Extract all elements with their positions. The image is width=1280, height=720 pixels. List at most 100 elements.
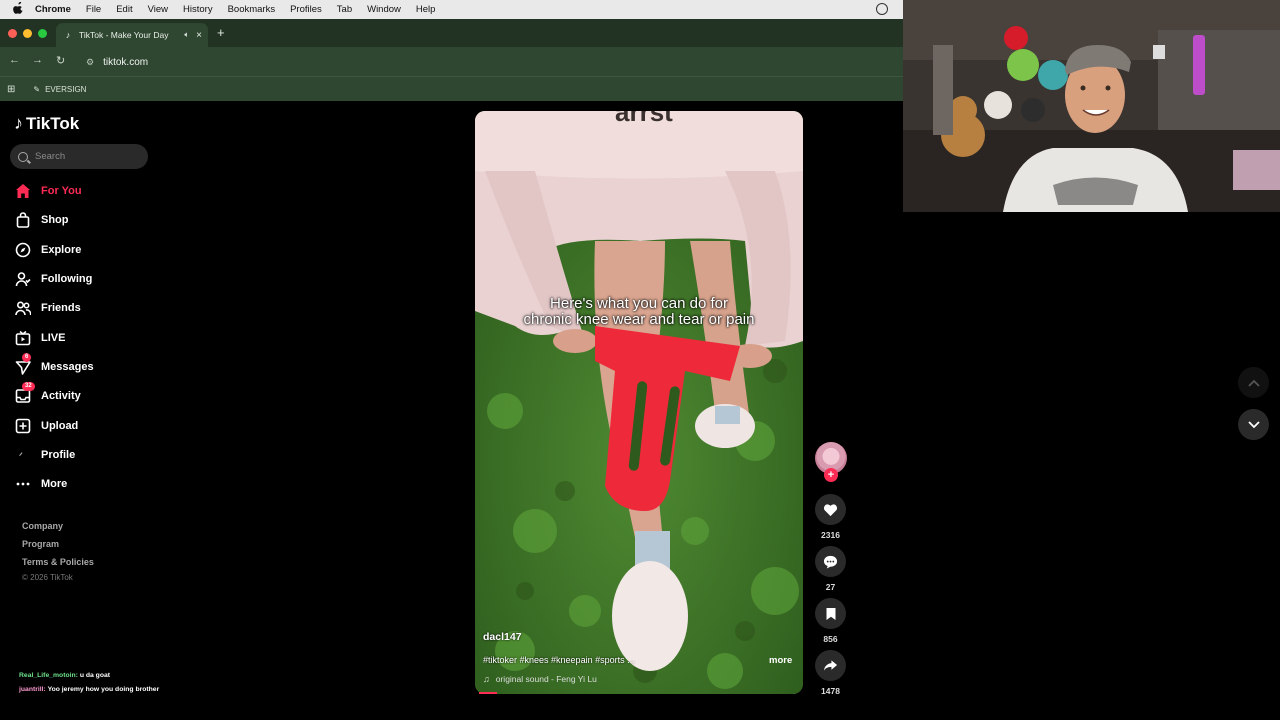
bookmark-icon — [826, 607, 835, 620]
browser-tab[interactable]: ♪ TikTok - Make Your Day 🔈︎ × — [56, 23, 208, 47]
tiktok-favicon-icon: ♪ — [65, 30, 71, 40]
search-icon — [18, 151, 28, 162]
new-tab-button[interactable]: + — [217, 25, 225, 40]
back-arrow-icon[interactable]: ← — [9, 54, 20, 66]
follow-plus-button[interactable]: + — [824, 468, 838, 482]
tiktok-note-icon: ♪ — [14, 113, 23, 133]
menu-window[interactable]: Window — [367, 4, 401, 15]
chevron-up-icon — [1247, 379, 1260, 387]
browser-chrome: ♪ TikTok - Make Your Day 🔈︎ × + ← → ↻ ⚙︎… — [0, 19, 903, 101]
comment-count: 27 — [825, 582, 836, 592]
like-count: 2316 — [821, 530, 840, 540]
video-sound[interactable]: ♫ original sound - Feng Yi Lu — [483, 674, 597, 684]
forward-arrow-icon[interactable]: → — [32, 54, 43, 66]
reload-icon[interactable]: ↻ — [56, 54, 65, 67]
previous-video-button[interactable] — [1238, 367, 1269, 398]
more-dots-icon — [14, 476, 31, 493]
share-arrow-icon — [823, 660, 838, 671]
save-button[interactable] — [815, 598, 846, 629]
nav-label: Messages — [41, 361, 94, 373]
footer-terms-link[interactable]: Terms & Policies — [22, 557, 94, 567]
nav-profile[interactable]: ᐟ Profile — [14, 445, 76, 465]
webcam-image — [903, 0, 1280, 212]
search-placeholder: Search — [35, 151, 66, 162]
close-window-button[interactable] — [8, 29, 17, 38]
nav-shop[interactable]: Shop — [14, 210, 69, 230]
next-video-button[interactable] — [1238, 409, 1269, 440]
nav-messages[interactable]: 6 Messages — [14, 352, 94, 377]
address-bar[interactable]: ⚙︎ tiktok.com — [80, 51, 895, 73]
nav-more[interactable]: More — [14, 474, 67, 494]
tab-title: TikTok - Make Your Day — [79, 30, 169, 40]
share-count: 1478 — [821, 686, 840, 696]
video-hashtags[interactable]: #tiktoker #knees #kneepain #sports ... — [483, 655, 723, 665]
nav-friends[interactable]: Friends — [14, 298, 81, 318]
video-author[interactable]: dacl147 — [483, 631, 522, 643]
nav-upload[interactable]: Upload — [14, 416, 78, 436]
nav-for-you[interactable]: For You — [14, 181, 82, 201]
comment-button[interactable] — [815, 546, 846, 577]
menu-tab[interactable]: Tab — [337, 4, 352, 15]
apps-grid-icon[interactable]: ⊞ — [7, 84, 15, 95]
activity-badge: 32 — [22, 381, 35, 391]
caption-line: Here's what you can do for — [550, 295, 728, 312]
bookmark-eversign[interactable]: EVERSIGN — [45, 85, 86, 94]
send-icon: 6 — [14, 352, 32, 376]
save-count: 856 — [823, 634, 838, 644]
chat-text: u da goat — [79, 672, 111, 679]
bookmarks-bar: ⊞ ✎ EVERSIGN — [0, 76, 903, 101]
more-button[interactable]: more — [769, 655, 792, 666]
chat-text: Yoo jeremy how you doing brother — [47, 686, 160, 693]
svg-text:arrst: arrst — [615, 111, 673, 127]
menu-view[interactable]: View — [148, 4, 168, 15]
video-player[interactable]: arrst Here's what you can do for chronic… — [475, 111, 803, 694]
friends-icon — [14, 300, 31, 317]
minimize-window-button[interactable] — [23, 29, 32, 38]
menu-edit[interactable]: Edit — [116, 4, 132, 15]
svg-text:ᐟ: ᐟ — [19, 451, 23, 461]
video-progress-bar[interactable] — [479, 692, 497, 694]
like-button[interactable] — [815, 494, 846, 525]
chat-message: Real_Life_motoin: u da goat — [19, 672, 110, 679]
tiktok-logo[interactable]: ♪ TikTok — [14, 113, 79, 134]
speaker-icon[interactable]: 🔈︎ — [184, 30, 189, 40]
chat-username: juantrill: — [19, 686, 46, 693]
close-tab-icon[interactable]: × — [196, 30, 202, 41]
menu-profiles[interactable]: Profiles — [290, 4, 322, 15]
menu-file[interactable]: File — [86, 4, 101, 15]
menu-bookmarks[interactable]: Bookmarks — [228, 4, 276, 15]
browser-toolbar: ← → ↻ ⚙︎ tiktok.com — [0, 47, 903, 76]
footer-company-link[interactable]: Company — [22, 521, 63, 531]
music-note-icon: ♫ — [483, 674, 490, 684]
sound-name: original sound - Feng Yi Lu — [495, 674, 597, 684]
plus-square-icon — [14, 418, 31, 435]
chat-message: juantrill: Yoo jeremy how you doing brot… — [19, 686, 159, 693]
search-input[interactable]: Search — [10, 144, 148, 169]
webcam-overlay — [903, 0, 1280, 212]
status-menu-icon[interactable] — [876, 3, 888, 15]
nav-label: Shop — [41, 214, 69, 226]
nav-label: Profile — [41, 449, 76, 461]
compass-icon — [14, 242, 31, 259]
nav-label: Following — [41, 273, 93, 285]
nav-label: Upload — [41, 420, 79, 432]
menu-help[interactable]: Help — [416, 4, 436, 15]
profile-icon: ᐟ — [14, 447, 31, 464]
nav-label: Activity — [41, 390, 81, 402]
footer-program-link[interactable]: Program — [22, 539, 59, 549]
maximize-window-button[interactable] — [38, 29, 47, 38]
tab-strip: ♪ TikTok - Make Your Day 🔈︎ × + — [0, 19, 903, 47]
person-follow-icon — [14, 271, 31, 288]
pen-icon: ✎ — [33, 84, 41, 94]
nav-live[interactable]: LIVE — [14, 328, 65, 348]
site-settings-icon[interactable]: ⚙︎ — [86, 57, 94, 68]
apple-icon[interactable] — [13, 1, 25, 17]
nav-activity[interactable]: 32 Activity — [14, 381, 81, 406]
nav-label: More — [41, 478, 68, 490]
nav-explore[interactable]: Explore — [14, 240, 81, 260]
heart-icon — [823, 503, 838, 516]
menu-history[interactable]: History — [183, 4, 213, 15]
nav-following[interactable]: Following — [14, 269, 92, 289]
menu-chrome[interactable]: Chrome — [35, 4, 71, 15]
share-button[interactable] — [815, 650, 846, 681]
